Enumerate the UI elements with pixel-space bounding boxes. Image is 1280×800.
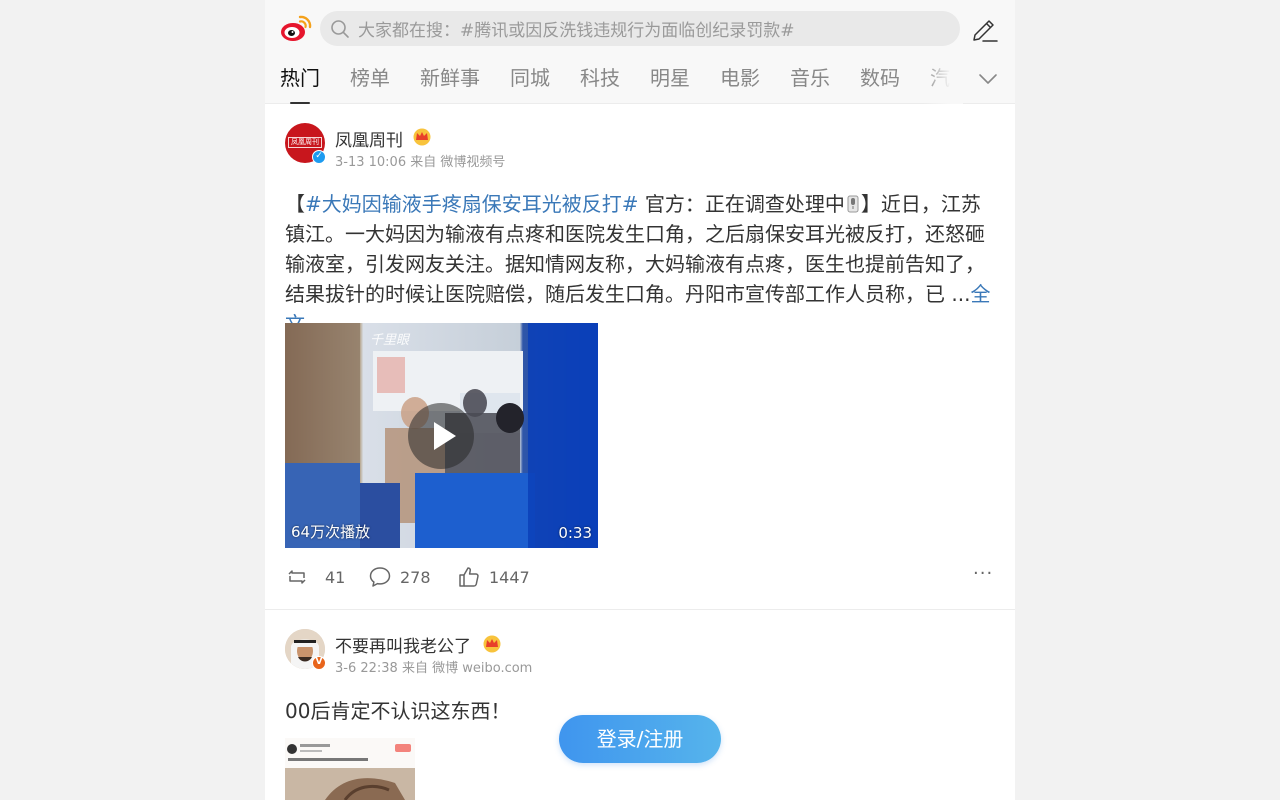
tab-music[interactable]: 音乐: [790, 56, 830, 100]
post-image-content: [285, 738, 415, 800]
tab-hot[interactable]: 热门: [280, 56, 320, 104]
like-count: 1447: [489, 567, 530, 587]
weibo-mobile-page: 大家都在搜：#腾讯或因反洗钱违规行为面临创纪录罚款# 热门 榜单 新鲜事 同城 科技 明星…: [265, 0, 1015, 800]
chevron-down-icon[interactable]: [977, 68, 999, 90]
tab-digital[interactable]: 数码: [860, 56, 900, 100]
channel-tabs: 热门榜单新鲜事同城科技明星电影音乐数码汽车: [265, 56, 1015, 104]
comment-count: 278: [400, 567, 431, 587]
vip-crown-icon: [413, 128, 431, 146]
search-icon: [331, 19, 349, 38]
avatar-wordmark: 凤凰周刊: [288, 137, 322, 148]
search-box[interactable]: 大家都在搜：#腾讯或因反洗钱违规行为面临创纪录罚款#: [320, 11, 960, 46]
feed-post[interactable]: 凤凰周刊 ✓ 凤凰周刊 3-13 10:06 来自 微博视频号 【#大妈因输液手…: [265, 105, 1015, 610]
repost-count: 41: [325, 567, 346, 587]
video-player[interactable]: 千里眼 64万次播放 0:33: [285, 323, 598, 548]
author-name[interactable]: 不要再叫我老公了: [335, 632, 471, 657]
repost-icon: [288, 570, 306, 584]
top-bar: 大家都在搜：#腾讯或因反洗钱违规行为面临创纪录罚款#: [265, 0, 1015, 56]
tab-movies[interactable]: 电影: [720, 56, 760, 100]
thumbs-up-icon: [459, 567, 479, 587]
weibo-logo-icon[interactable]: [280, 13, 312, 43]
verified-badge-icon: ✓: [312, 150, 326, 164]
post-time-source: 3-6 22:38 来自 微博 weibo.com: [335, 661, 533, 676]
hashtag-link[interactable]: #大妈因输液手疼扇保安耳光被反打#: [305, 192, 639, 216]
author-name[interactable]: 凤凰周刊: [335, 126, 403, 151]
video-play-count: 64万次播放: [291, 523, 371, 541]
comment-icon: [369, 567, 391, 587]
post-text: 【#大妈因输液手疼扇保安耳光被反打# 官方：正在调查处理中 】近日，江苏镇江。一大…: [285, 189, 1000, 339]
tab-fresh[interactable]: 新鲜事: [420, 56, 480, 100]
tab-local[interactable]: 同城: [510, 56, 550, 100]
video-duration: 0:33: [558, 524, 592, 542]
search-placeholder: 大家都在搜：#腾讯或因反洗钱违规行为面临创纪录罚款#: [358, 21, 795, 41]
tab-ranking[interactable]: 榜单: [350, 56, 390, 100]
vip-crown-icon: [483, 635, 501, 653]
comment-button[interactable]: 278: [368, 565, 431, 589]
tab-stars[interactable]: 明星: [650, 56, 690, 100]
more-options-icon[interactable]: ···: [973, 563, 993, 584]
microphone-icon: [847, 191, 859, 213]
repost-button[interactable]: 41: [285, 565, 345, 589]
verified-badge-icon: V: [312, 656, 326, 670]
tab-fade: [923, 56, 963, 104]
like-button[interactable]: 1447: [457, 565, 530, 589]
tab-list: 热门榜单新鲜事同城科技明星电影音乐数码汽车: [280, 56, 958, 104]
edit-icon[interactable]: [969, 13, 999, 43]
video-watermark: 千里眼: [370, 333, 410, 348]
feed-post[interactable]: V 不要再叫我老公了 3-6 22:38 来自 微博 weibo.com 00后…: [265, 611, 1015, 800]
post-image[interactable]: [285, 738, 415, 800]
login-register-button[interactable]: 登录/注册: [559, 715, 721, 763]
post-actions: 41 278 1447 ···: [285, 563, 995, 595]
post-time-source: 3-13 10:06 来自 微博视频号: [335, 155, 506, 170]
play-icon[interactable]: [408, 403, 474, 469]
tab-tech[interactable]: 科技: [580, 56, 620, 100]
